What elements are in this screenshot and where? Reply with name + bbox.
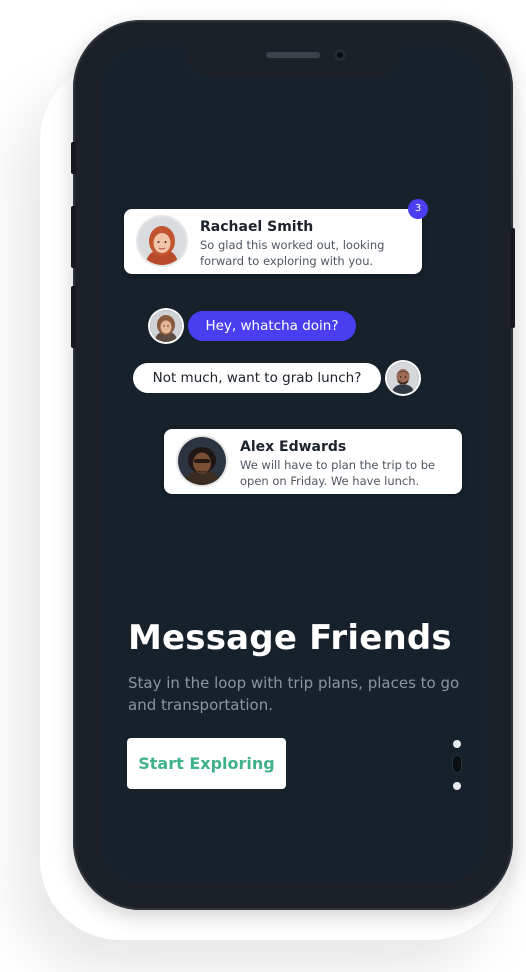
app-screen: Rachael Smith So glad this worked out, l…: [100, 46, 487, 884]
mute-switch: [71, 142, 76, 174]
message-preview: We will have to plan the trip to be open…: [240, 458, 436, 488]
contact-name: Alex Edwards: [240, 439, 347, 455]
start-exploring-button[interactable]: Start Exploring: [127, 738, 286, 789]
page-dot-1[interactable]: [453, 740, 461, 748]
page-title: Message Friends: [128, 618, 452, 658]
avatar-small-outgoing: [387, 362, 419, 394]
outgoing-message-bubble: Not much, want to grab lunch?: [133, 363, 381, 393]
volume-down-button: [71, 286, 76, 348]
page-indicator[interactable]: [452, 740, 462, 790]
notch: [186, 46, 400, 76]
page-dot-2-active[interactable]: [453, 756, 461, 772]
volume-up-button: [71, 206, 76, 268]
front-camera: [334, 49, 346, 61]
message-preview: So glad this worked out, looking forward…: [200, 238, 385, 268]
speaker-grille: [266, 52, 320, 58]
power-button: [510, 228, 515, 328]
page-dot-3[interactable]: [453, 782, 461, 790]
message-card-rachael[interactable]: Rachael Smith So glad this worked out, l…: [124, 209, 422, 274]
incoming-message-bubble: Hey, whatcha doin?: [188, 311, 356, 341]
message-card-alex[interactable]: Alex Edwards We will have to plan the tr…: [164, 429, 462, 494]
avatar-alex: [178, 437, 226, 485]
page-subtitle: Stay in the loop with trip plans, places…: [128, 674, 460, 714]
avatar-small-incoming: [150, 310, 182, 342]
avatar-rachael: [138, 217, 186, 265]
stage: Rachael Smith So glad this worked out, l…: [0, 0, 526, 972]
unread-badge: 3: [408, 199, 428, 219]
contact-name: Rachael Smith: [200, 219, 314, 235]
